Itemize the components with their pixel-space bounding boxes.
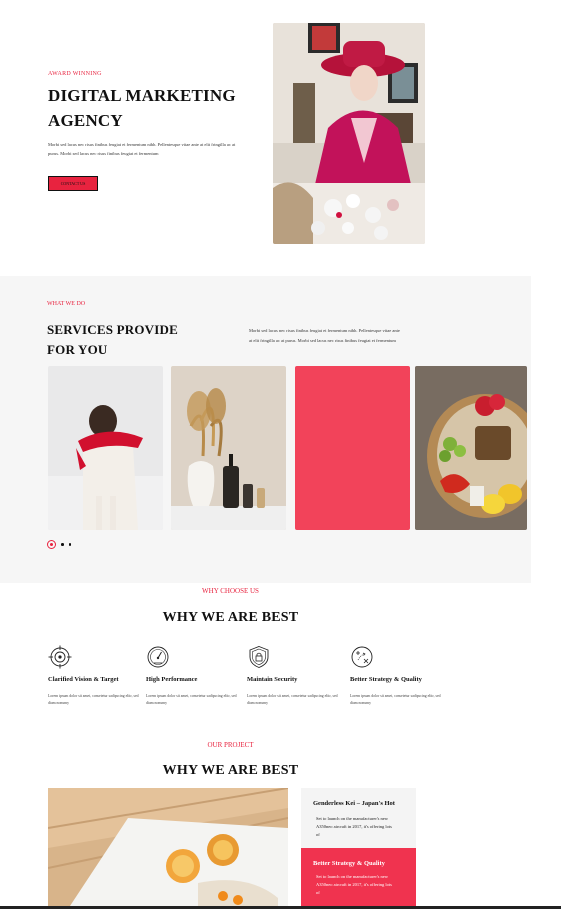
- project-card-description: Set to launch on the manufacturer's new …: [316, 874, 392, 895]
- hero-title: DIGITAL MARKETING AGENCY: [48, 86, 236, 130]
- speedometer-icon: [147, 646, 169, 668]
- shield-lock-icon: [249, 646, 269, 668]
- service-card-photo-cosmetics[interactable]: [171, 366, 286, 530]
- project-eyebrow: OUR PROJECT: [207, 741, 254, 749]
- service-card-photo-girl[interactable]: [48, 366, 163, 530]
- feature-description: Lorem ipsum dolor sit amet, consetetur s…: [48, 694, 139, 705]
- contact-us-button[interactable]: CONTACT US: [48, 176, 98, 191]
- why-eyebrow: WHY CHOOSE US: [202, 587, 259, 595]
- services-eyebrow: WHAT WE DO: [47, 301, 86, 307]
- feature-performance: High Performance Lorem ipsum dolor sit a…: [146, 645, 241, 707]
- service-card-accent[interactable]: [295, 366, 410, 530]
- services-description: Morbi sed lacus nec risus finibus feugia…: [249, 328, 400, 343]
- feature-security: Maintain Security Lorem ipsum dolor sit …: [247, 645, 342, 707]
- carousel-dot[interactable]: [61, 543, 64, 546]
- project-card-description: Set to launch on the manufacturer's new …: [316, 816, 392, 837]
- service-card-photo-basket[interactable]: [415, 366, 527, 530]
- strategy-icon: [351, 646, 373, 668]
- services-title: SERVICES PROVIDE FOR YOU: [47, 322, 178, 357]
- services-section: WHAT WE DO SERVICES PROVIDE FOR YOU Morb…: [0, 276, 531, 583]
- feature-description: Lorem ipsum dolor sit amet, consetetur s…: [350, 694, 441, 705]
- hero-image: [273, 23, 425, 244]
- carousel-dots: [47, 540, 71, 549]
- hero-description: Morbi sed lacus nec risus finibus feugia…: [48, 142, 236, 156]
- target-icon: [48, 645, 72, 669]
- why-title: WHY WE ARE BEST: [162, 610, 299, 625]
- feature-strategy: Better Strategy & Quality Lorem ipsum do…: [350, 645, 445, 707]
- project-title: WHY WE ARE BEST: [162, 763, 299, 778]
- project-card-strategy[interactable]: Better Strategy & Quality Set to launch …: [301, 848, 416, 906]
- hero-eyebrow: AWARD WINNING: [48, 71, 102, 77]
- feature-description: Lorem ipsum dolor sit amet, consetetur s…: [146, 694, 237, 705]
- feature-title: Maintain Security: [247, 676, 298, 683]
- project-card-title: Better Strategy & Quality: [313, 860, 385, 867]
- project-card-title: Genderless Kei – Japan's Hot: [313, 800, 395, 807]
- page: AWARD WINNING DIGITAL MARKETING AGENCY M…: [0, 0, 561, 909]
- carousel-dot[interactable]: [68, 543, 71, 546]
- feature-title: Clarified Vision & Target: [48, 676, 119, 683]
- feature-title: High Performance: [146, 676, 198, 683]
- project-image[interactable]: [48, 788, 288, 909]
- feature-vision: Clarified Vision & Target Lorem ipsum do…: [48, 645, 143, 707]
- project-card-genderless[interactable]: Genderless Kei – Japan's Hot Set to laun…: [301, 788, 416, 848]
- feature-title: Better Strategy & Quality: [350, 676, 422, 683]
- carousel-dot-active[interactable]: [47, 540, 56, 549]
- feature-description: Lorem ipsum dolor sit amet, consetetur s…: [247, 694, 338, 705]
